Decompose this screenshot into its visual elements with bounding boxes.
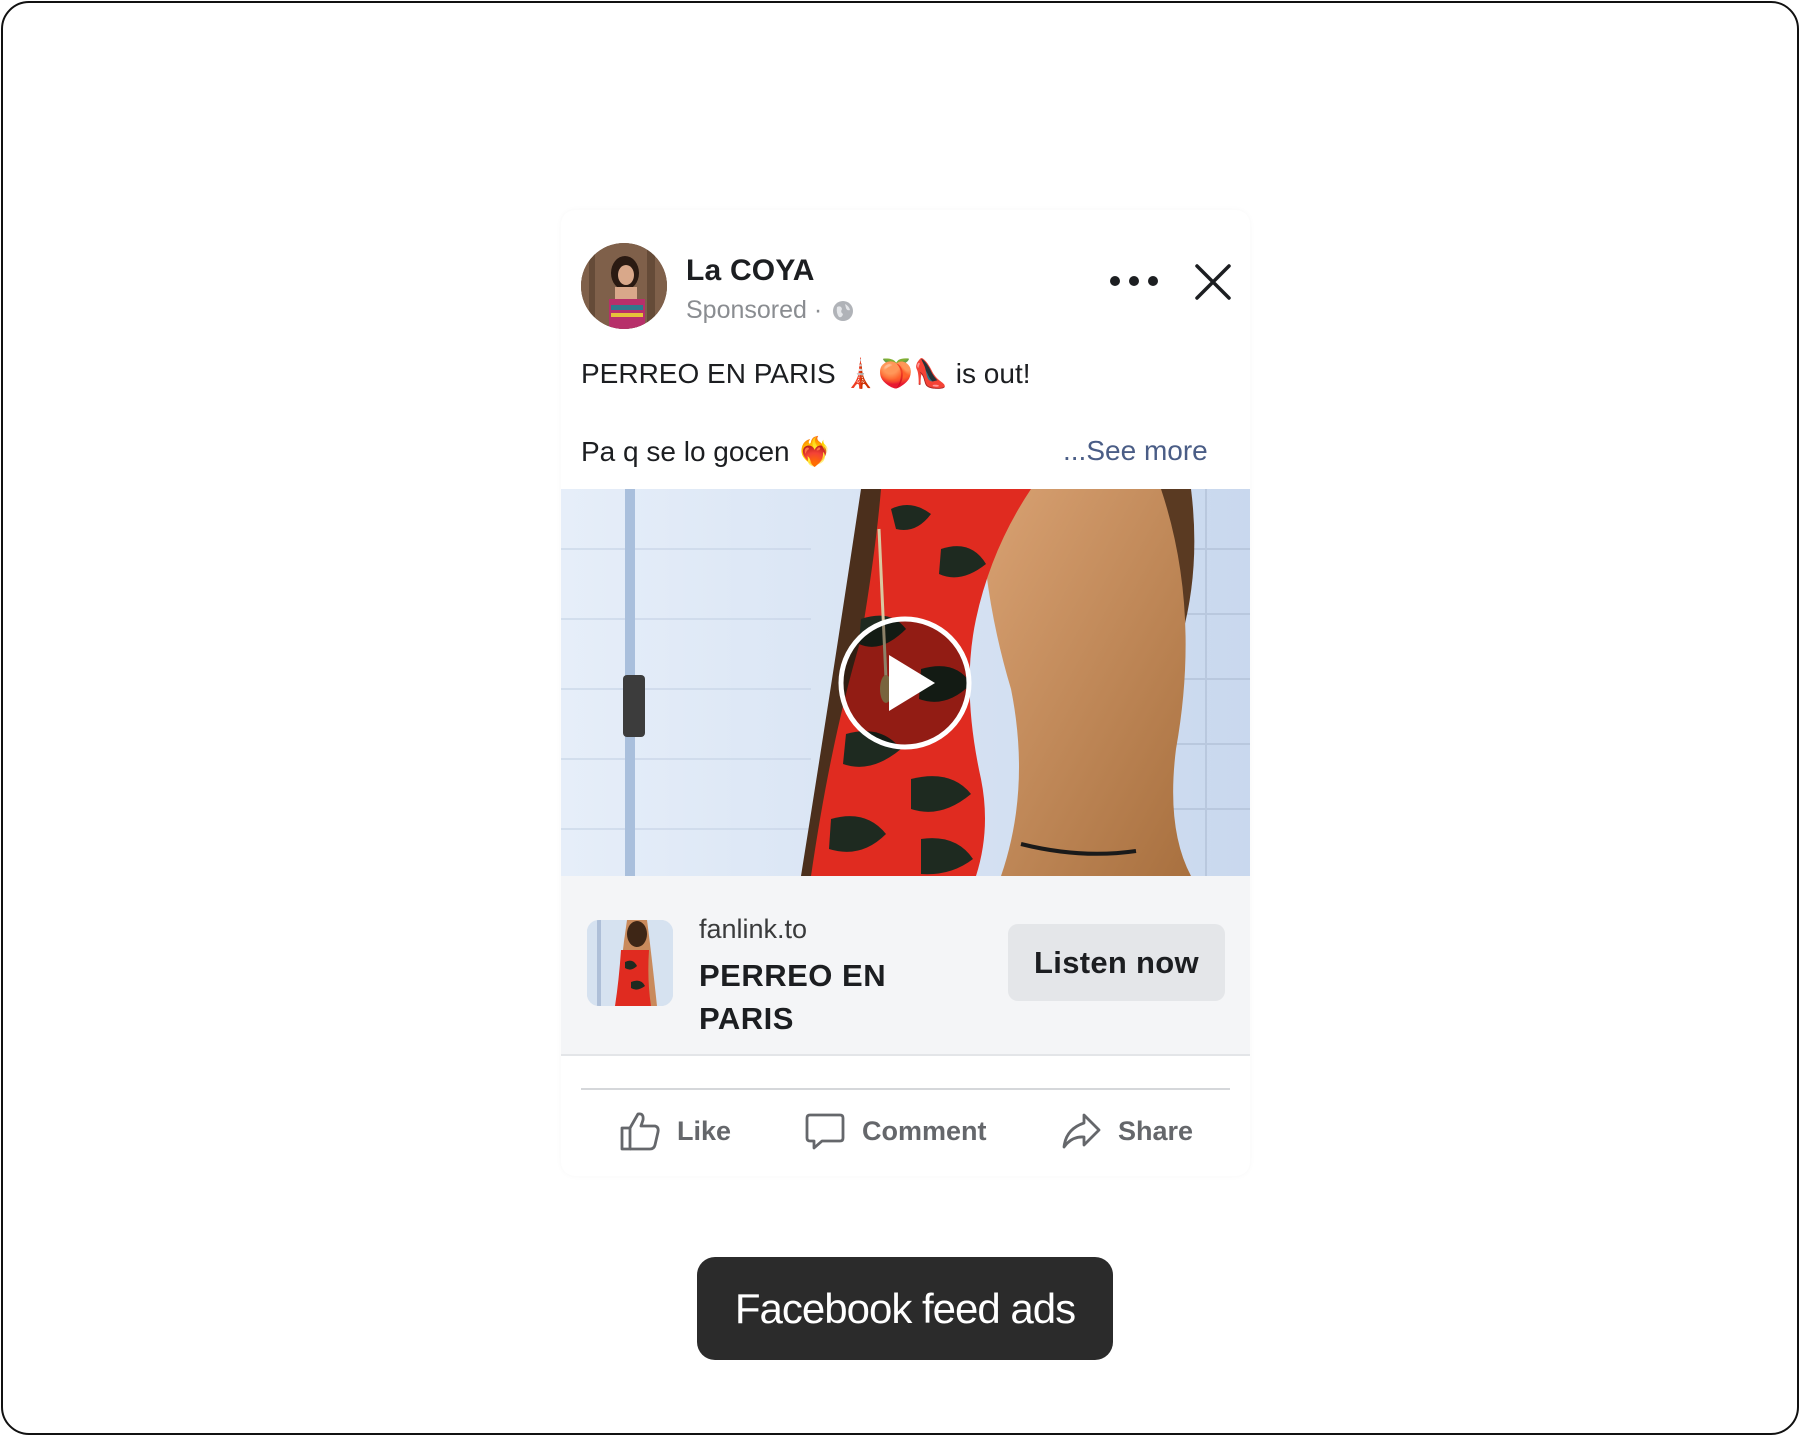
post-text-line-1: PERREO EN PARIS 🗼🍑👠 is out! [581,358,1031,389]
thumbs-up-icon [620,1112,660,1151]
link-thumbnail [587,920,673,1006]
see-more-link[interactable]: ...See more [1063,435,1208,467]
link-preview-bar[interactable]: fanlink.to PERREO EN PARIS Listen now [561,876,1250,1056]
like-label: Like [677,1115,732,1146]
comment-button[interactable]: Comment [804,1106,987,1156]
comment-label: Comment [862,1115,987,1146]
screenshot-frame: La COYA Sponsored · PERREO EN PARIS 🗼🍑👠 … [1,1,1799,1435]
play-icon[interactable] [837,615,973,751]
avatar-image [581,243,667,329]
link-thumbnail-image [587,920,673,1006]
globe-icon [833,300,854,321]
post-text-line-2: Pa q se lo gocen ❤️‍🔥 [581,436,833,467]
share-label: Share [1118,1115,1194,1146]
close-icon[interactable] [1193,262,1233,302]
link-title: PERREO EN PARIS [699,958,887,1036]
share-button[interactable]: Share [1060,1106,1193,1156]
caption-label: Facebook feed ads [697,1257,1113,1360]
action-divider [581,1088,1230,1090]
sponsored-row: Sponsored · [686,296,854,325]
ellipsis-icon[interactable] [1106,266,1162,296]
video-media[interactable] [561,489,1250,876]
page-name[interactable]: La COYA [686,254,815,288]
sponsored-label: Sponsored · [686,296,823,324]
page-avatar[interactable] [581,243,667,329]
comment-icon [805,1113,845,1150]
like-button[interactable]: Like [619,1106,731,1156]
link-domain: fanlink.to [699,914,808,944]
share-icon [1062,1113,1101,1149]
listen-now-button[interactable]: Listen now [1008,924,1225,1001]
facebook-ad-post: La COYA Sponsored · PERREO EN PARIS 🗼🍑👠 … [561,210,1250,1176]
